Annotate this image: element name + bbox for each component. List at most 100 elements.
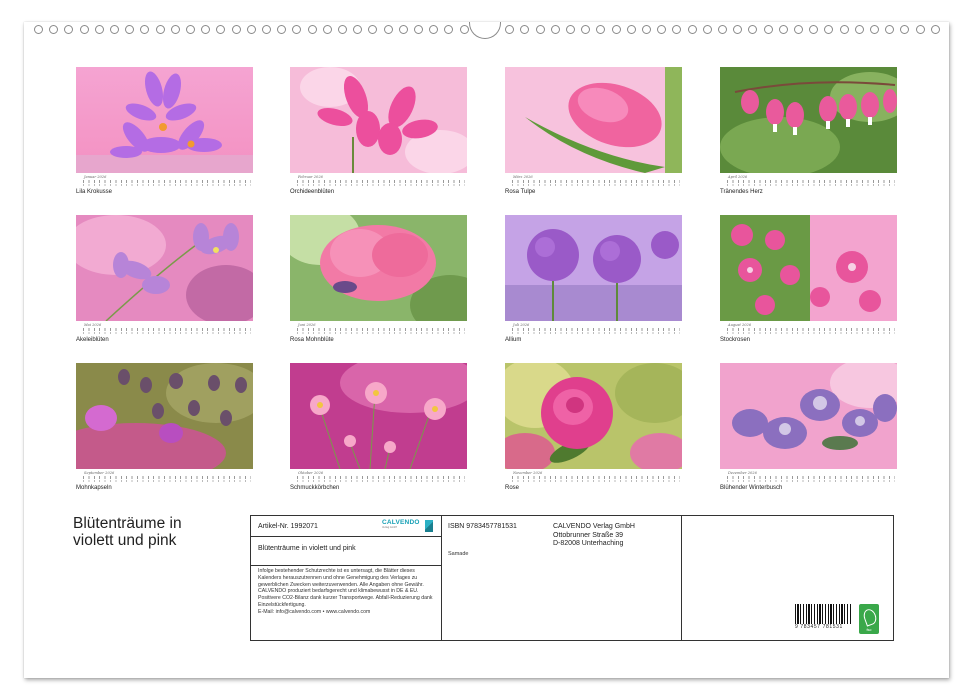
binding-ring: [368, 25, 378, 34]
binding-ring: [763, 25, 773, 34]
binding-ring: [338, 25, 347, 34]
binding-ring: [201, 25, 211, 34]
binding-ring: [900, 25, 910, 34]
month-tile-october: Oktober 2026 Schmuckkörbchen: [290, 363, 467, 492]
photo-mohnkapseln: [76, 363, 253, 469]
author-name: Samade: [448, 551, 469, 557]
photo-lila-krokusse: [76, 67, 253, 173]
month-name: März 2026: [513, 175, 533, 179]
binding-ring: [702, 25, 712, 34]
contact-email: E-Mail: info@calvendo.com • www.calvendo…: [258, 608, 371, 615]
photo-caption: Akeleiblüten: [76, 337, 109, 343]
publisher-city: D-82008 Unterhaching: [553, 540, 624, 547]
binding-ring: [231, 25, 241, 34]
product-title: Blütenträume in violett und pink: [258, 545, 356, 552]
month-tile-january: Januar 2026 Lila Krokusse: [76, 67, 253, 196]
month-tile-december: Dezember 2026 Blühender Winterbusch: [720, 363, 897, 492]
binding-ring: [687, 25, 697, 34]
photo-stockrosen: [720, 215, 897, 321]
binding-ring: [444, 25, 454, 34]
binding-ring: [778, 25, 788, 34]
photo-bluehender-winterbusch: [720, 363, 897, 469]
month-name: Dezember 2026: [728, 471, 757, 475]
binding-ring: [322, 25, 332, 34]
info-column-left: Artikel-Nr. 1992071 CALVENDO Verlag GmbH…: [251, 516, 442, 640]
month-tile-september: September 2026 Mohnkapseln: [76, 363, 253, 492]
publisher-name: CALVENDO Verlag GmbH: [553, 523, 635, 530]
calvendo-logo: CALVENDO Verlag GmbH: [382, 519, 434, 532]
binding-ring: [155, 25, 165, 34]
binding-ring: [216, 25, 226, 34]
binding-ring: [550, 25, 560, 34]
binding-ring: [414, 25, 423, 34]
binding-ring: [110, 25, 119, 34]
binding-ring: [626, 25, 636, 34]
barcode: 9 783457 781531: [795, 604, 851, 630]
binding-ring: [398, 25, 408, 34]
month-tile-may: Mai 2026 Akeleiblüten: [76, 215, 253, 344]
title-line-2: violett und pink: [73, 532, 177, 549]
binding-ring: [34, 25, 43, 34]
binding-ring: [596, 25, 606, 34]
month-tile-november: November 2026 Rose: [505, 363, 682, 492]
photo-caption: Tränendes Herz: [720, 189, 763, 195]
binding-ring: [930, 25, 940, 34]
title-line-1: Blütenträume in: [73, 515, 182, 532]
barcode-bars: [795, 604, 851, 624]
month-tile-march: März 2026 Rosa Tulpe: [505, 67, 682, 196]
binding-ring: [748, 25, 758, 34]
legal-text: Infolge bestehender Schutzrechte ist es …: [258, 568, 433, 608]
binding-ring: [794, 25, 803, 34]
month-name: September 2026: [84, 471, 115, 475]
binding-ring: [824, 25, 834, 34]
binding-ring: [733, 25, 743, 34]
binding-ring: [125, 25, 135, 34]
binding-ring: [170, 25, 180, 34]
binding-ring: [642, 25, 651, 34]
binding-ring: [429, 25, 439, 34]
binding-ring: [459, 25, 469, 34]
publisher-address: CALVENDO Verlag GmbH Ottobrunner Straße …: [553, 523, 635, 549]
month-tile-april: April 2026 Tränendes Herz: [720, 67, 897, 196]
binding-ring: [718, 25, 727, 34]
barcode-number: 9 783457 781531: [795, 624, 843, 630]
binding-ring: [581, 25, 591, 34]
calendar-title: Blütenträume in violett und pink: [73, 515, 182, 549]
binding-ring: [566, 25, 575, 34]
binding-ring: [353, 25, 363, 34]
photo-allium: [505, 215, 682, 321]
photo-caption: Stockrosen: [720, 337, 751, 343]
binding-ring: [94, 25, 104, 34]
binding-ring: [885, 25, 895, 34]
month-name: November 2026: [513, 471, 543, 475]
month-name: Februar 2026: [298, 175, 323, 179]
publisher-info-box: Artikel-Nr. 1992071 CALVENDO Verlag GmbH…: [250, 515, 894, 641]
photo-caption: Rosa Tulpe: [505, 189, 536, 195]
month-name: Juli 2026: [513, 323, 530, 327]
binding-ring: [505, 25, 515, 34]
fsc-label: fsc: [866, 627, 872, 632]
photo-caption: Rosa Mohnblüte: [290, 337, 334, 343]
binding-ring: [520, 25, 530, 34]
binding-ring: [262, 25, 271, 34]
month-name: Mai 2026: [84, 323, 102, 327]
photo-orchideenblueten: [290, 67, 467, 173]
photo-caption: Blühender Winterbusch: [720, 485, 783, 491]
binding-ring: [383, 25, 393, 34]
binding-ring: [611, 25, 621, 34]
photo-caption: Mohnkapseln: [76, 485, 112, 491]
binding-ring: [809, 25, 819, 34]
fsc-leaf-icon: fsc: [859, 604, 879, 634]
photo-traenendes-herz: [720, 67, 897, 173]
binding-ring: [292, 25, 302, 34]
publisher-street: Ottobrunner Straße 39: [553, 531, 624, 539]
binding-ring: [870, 25, 879, 34]
photo-rosa-tulpe: [505, 67, 682, 173]
month-tile-august: August 2026 Stockrosen: [720, 215, 897, 344]
isbn: ISBN 9783457781531: [448, 523, 517, 530]
binding-ring: [839, 25, 849, 34]
month-tile-june: Juni 2026 Rosa Mohnblüte: [290, 215, 467, 344]
month-tile-february: Februar 2026 Orchideenblüten: [290, 67, 467, 196]
binding-ring: [672, 25, 682, 34]
photo-caption: Rose: [505, 485, 520, 491]
